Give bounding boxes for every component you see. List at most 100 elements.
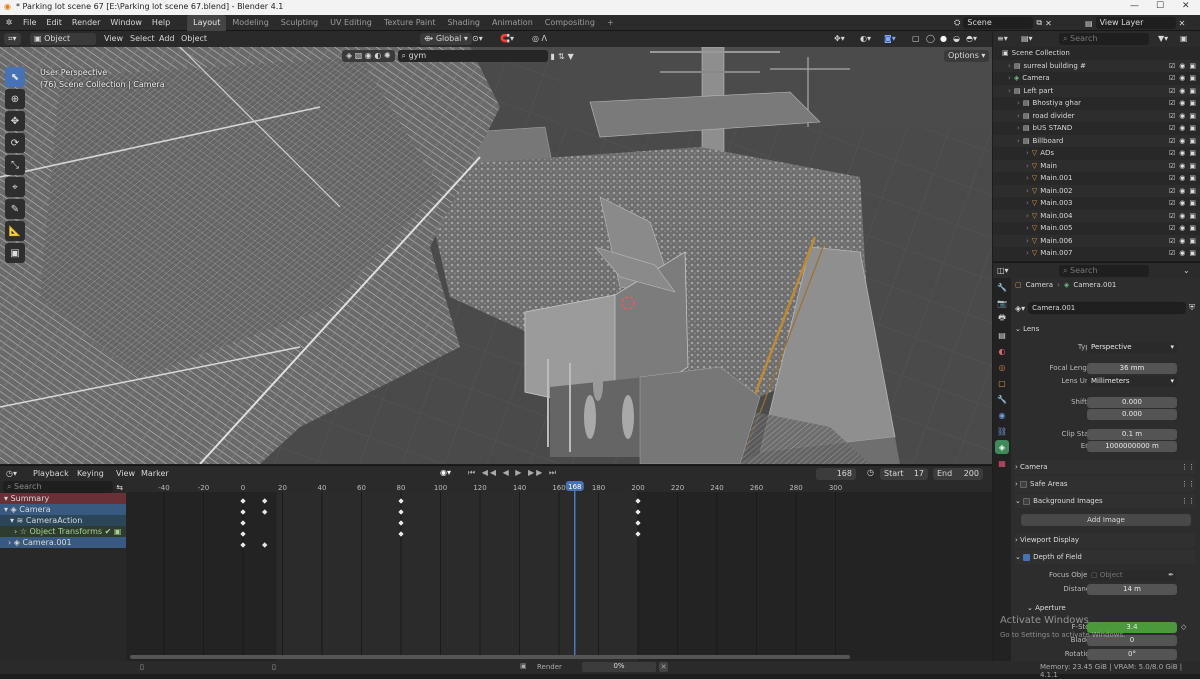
drag-handle-icon[interactable]: ⋮⋮ — [1181, 494, 1195, 508]
eye-icon[interactable]: ◉ — [1179, 199, 1185, 207]
checkbox-icon[interactable]: ☑ — [1169, 124, 1175, 132]
new-collection-icon[interactable]: ▣ — [1180, 34, 1188, 43]
transform-orientation[interactable]: ⟴ Global ▾ — [420, 33, 472, 45]
camera-render-icon[interactable]: ▣ — [1189, 62, 1196, 70]
outliner-row[interactable]: › ▤ Left part ☑ ◉ ▣ — [993, 84, 1200, 97]
row-visibility-toggles[interactable]: ☑ ◉ ▣ — [1169, 199, 1196, 207]
camera-render-icon[interactable]: ▣ — [1189, 112, 1196, 120]
scene-icon[interactable]: ⛭ — [954, 18, 960, 28]
row-visibility-toggles[interactable]: ☑ ◉ ▣ — [1169, 74, 1196, 82]
object-tab-icon[interactable]: ▢ — [995, 376, 1009, 390]
camera-render-icon[interactable]: ▣ — [1189, 124, 1196, 132]
scale-tool-icon[interactable]: ⤡ — [5, 155, 25, 175]
cursor-tool-icon[interactable]: ⊕ — [5, 89, 25, 109]
tab-animation[interactable]: Animation — [486, 15, 539, 31]
outliner-row[interactable]: › ▽ Main.002 ☑ ◉ ▣ — [993, 184, 1200, 197]
outliner-row[interactable]: › ▽ Main ☑ ◉ ▣ — [993, 159, 1200, 172]
channel-camera[interactable]: ▾ ◈ Camera — [0, 504, 126, 515]
overlays-icon[interactable]: ◙▾ — [884, 34, 896, 43]
menu-render[interactable]: Render — [67, 15, 105, 31]
camera-panel-header[interactable]: › Camera ⋮⋮ — [1015, 460, 1195, 474]
outliner-row[interactable]: › ▽ Main.007 ☑ ◉ ▣ — [993, 247, 1200, 260]
channel-cameraaction[interactable]: ▾ ≋ CameraAction — [0, 515, 126, 526]
eye-icon[interactable]: ◉ — [1179, 87, 1185, 95]
channel-summary[interactable]: ▾ Summary — [0, 493, 126, 504]
background-images-panel-header[interactable]: ⌄ Background Images ⋮⋮ — [1015, 494, 1195, 508]
channel-camera001[interactable]: › ◈ Camera.001 — [0, 537, 126, 548]
tab-uv-editing[interactable]: UV Editing — [324, 15, 378, 31]
checkbox-icon[interactable]: ☑ — [1169, 199, 1175, 207]
constraints-tab-icon[interactable]: ⛓ — [995, 424, 1009, 438]
camera-render-icon[interactable]: ▣ — [1189, 74, 1196, 82]
viewport-menu-add[interactable]: Add — [159, 34, 175, 43]
eye-icon[interactable]: ◉ — [1179, 224, 1185, 232]
filter-types-icon[interactable]: ◈ ▧ ◉ ◐ ✺ — [342, 50, 395, 62]
add-workspace-icon[interactable]: + — [601, 15, 620, 31]
outliner-row[interactable]: › ▽ Main.006 ☑ ◉ ▣ — [993, 234, 1200, 247]
outliner-row[interactable]: › ▤ bUS STAND ☑ ◉ ▣ — [993, 122, 1200, 135]
camera-render-icon[interactable]: ▣ — [1189, 174, 1196, 182]
outliner-row[interactable]: › ▽ ADs ☑ ◉ ▣ — [993, 147, 1200, 160]
delete-scene-icon[interactable]: ✕ — [1045, 19, 1052, 28]
copy-scene-icon[interactable]: ⧉ — [1036, 18, 1042, 28]
scene-tab-icon[interactable]: ◐ — [995, 344, 1009, 358]
viewport-menu-object[interactable]: Object — [181, 34, 207, 43]
checkbox-icon[interactable]: ☑ — [1169, 99, 1175, 107]
row-visibility-toggles[interactable]: ☑ ◉ ▣ — [1169, 137, 1196, 145]
outliner-row[interactable]: › ▤ road divider ☑ ◉ ▣ — [993, 109, 1200, 122]
timeline-scrollbar[interactable] — [130, 655, 850, 659]
pivot-icon[interactable]: ⊙▾ — [472, 34, 483, 43]
maximize-icon[interactable]: ☐ — [1156, 1, 1164, 11]
dopesheet-canvas[interactable]: -40 -20 0 20 40 60 80 100 120 140 160 180 200 220 240 2… — [126, 481, 992, 661]
output-tab-icon[interactable]: 🖶 — [995, 312, 1009, 326]
checkbox-icon[interactable]: ☑ — [1169, 212, 1175, 220]
timeline-menu-view[interactable]: View — [116, 469, 135, 478]
outliner-row[interactable]: ▣ Scene Collection — [993, 47, 1200, 60]
row-visibility-toggles[interactable]: ☑ ◉ ▣ — [1169, 112, 1196, 120]
minimize-icon[interactable]: — — [1130, 1, 1139, 11]
checkbox-icon[interactable]: ☑ — [1169, 112, 1175, 120]
camera-render-icon[interactable]: ▣ — [1189, 237, 1196, 245]
row-visibility-toggles[interactable]: ☑ ◉ ▣ — [1169, 162, 1196, 170]
checkbox-icon[interactable]: ☑ — [1169, 237, 1175, 245]
checkbox-icon[interactable]: ☑ — [1169, 187, 1175, 195]
blender-menu-icon[interactable]: ✲ — [0, 18, 18, 27]
close-icon[interactable]: ✕ — [1182, 1, 1190, 11]
outliner-row[interactable]: › ▽ Main.003 ☑ ◉ ▣ — [993, 197, 1200, 210]
bookmark-icon[interactable]: ▮ — [551, 52, 555, 61]
tab-compositing[interactable]: Compositing — [539, 15, 601, 31]
focus-object-field[interactable]: ▢ Object ✒ — [1087, 570, 1177, 581]
menu-help[interactable]: Help — [147, 15, 175, 31]
camera-render-icon[interactable]: ▣ — [1189, 212, 1196, 220]
row-visibility-toggles[interactable]: ☑ ◉ ▣ — [1169, 174, 1196, 182]
xray-icon[interactable]: ▢ — [912, 34, 920, 43]
mode-selector[interactable]: ▣ Object Mode ▾ — [30, 33, 96, 55]
tab-shading[interactable]: Shading — [441, 15, 486, 31]
view-layer-name[interactable]: View Layer — [1095, 17, 1176, 29]
properties-editor-icon[interactable]: ◫▾ — [997, 266, 1009, 275]
fake-user-icon[interactable]: ⛨ — [1189, 303, 1195, 313]
camera-browse-icon[interactable]: ◈▾ — [1015, 304, 1025, 313]
funnel-filter-icon[interactable]: ▼ — [568, 52, 574, 61]
sort-icon[interactable]: ⇅ — [558, 52, 565, 61]
eye-icon[interactable]: ◉ — [1179, 174, 1185, 182]
menu-edit[interactable]: Edit — [41, 15, 67, 31]
lens-type-dropdown[interactable]: Perspective ▾ — [1087, 342, 1177, 353]
visibility-icon[interactable]: ◐▾ — [860, 34, 871, 43]
view-layer-icon[interactable]: ▤ — [1085, 19, 1093, 28]
lens-unit-dropdown[interactable]: Millimeters ▾ — [1087, 376, 1177, 387]
properties-search-input[interactable]: ⌕ Search — [1059, 265, 1149, 277]
annotate-tool-icon[interactable]: ✎ — [5, 199, 25, 219]
shift-y-field[interactable]: 0.000 — [1087, 409, 1177, 420]
viewport-display-panel-header[interactable]: › Viewport Display — [1015, 533, 1195, 547]
end-frame-field[interactable]: End 200 — [933, 468, 983, 480]
row-visibility-toggles[interactable]: ☑ ◉ ▣ — [1169, 124, 1196, 132]
checkbox-icon[interactable]: ☑ — [1169, 62, 1175, 70]
add-image-button[interactable]: Add Image — [1021, 514, 1191, 526]
outliner-row[interactable]: › ▤ Billboard ☑ ◉ ▣ — [993, 134, 1200, 147]
add-cube-tool-icon[interactable]: ▣ — [5, 243, 25, 263]
row-visibility-toggles[interactable]: ☑ ◉ ▣ — [1169, 249, 1196, 257]
menu-window[interactable]: Window — [105, 15, 147, 31]
camera-render-icon[interactable]: ▣ — [1189, 187, 1196, 195]
shading-rendered-icon[interactable]: ◓▾ — [966, 34, 977, 43]
